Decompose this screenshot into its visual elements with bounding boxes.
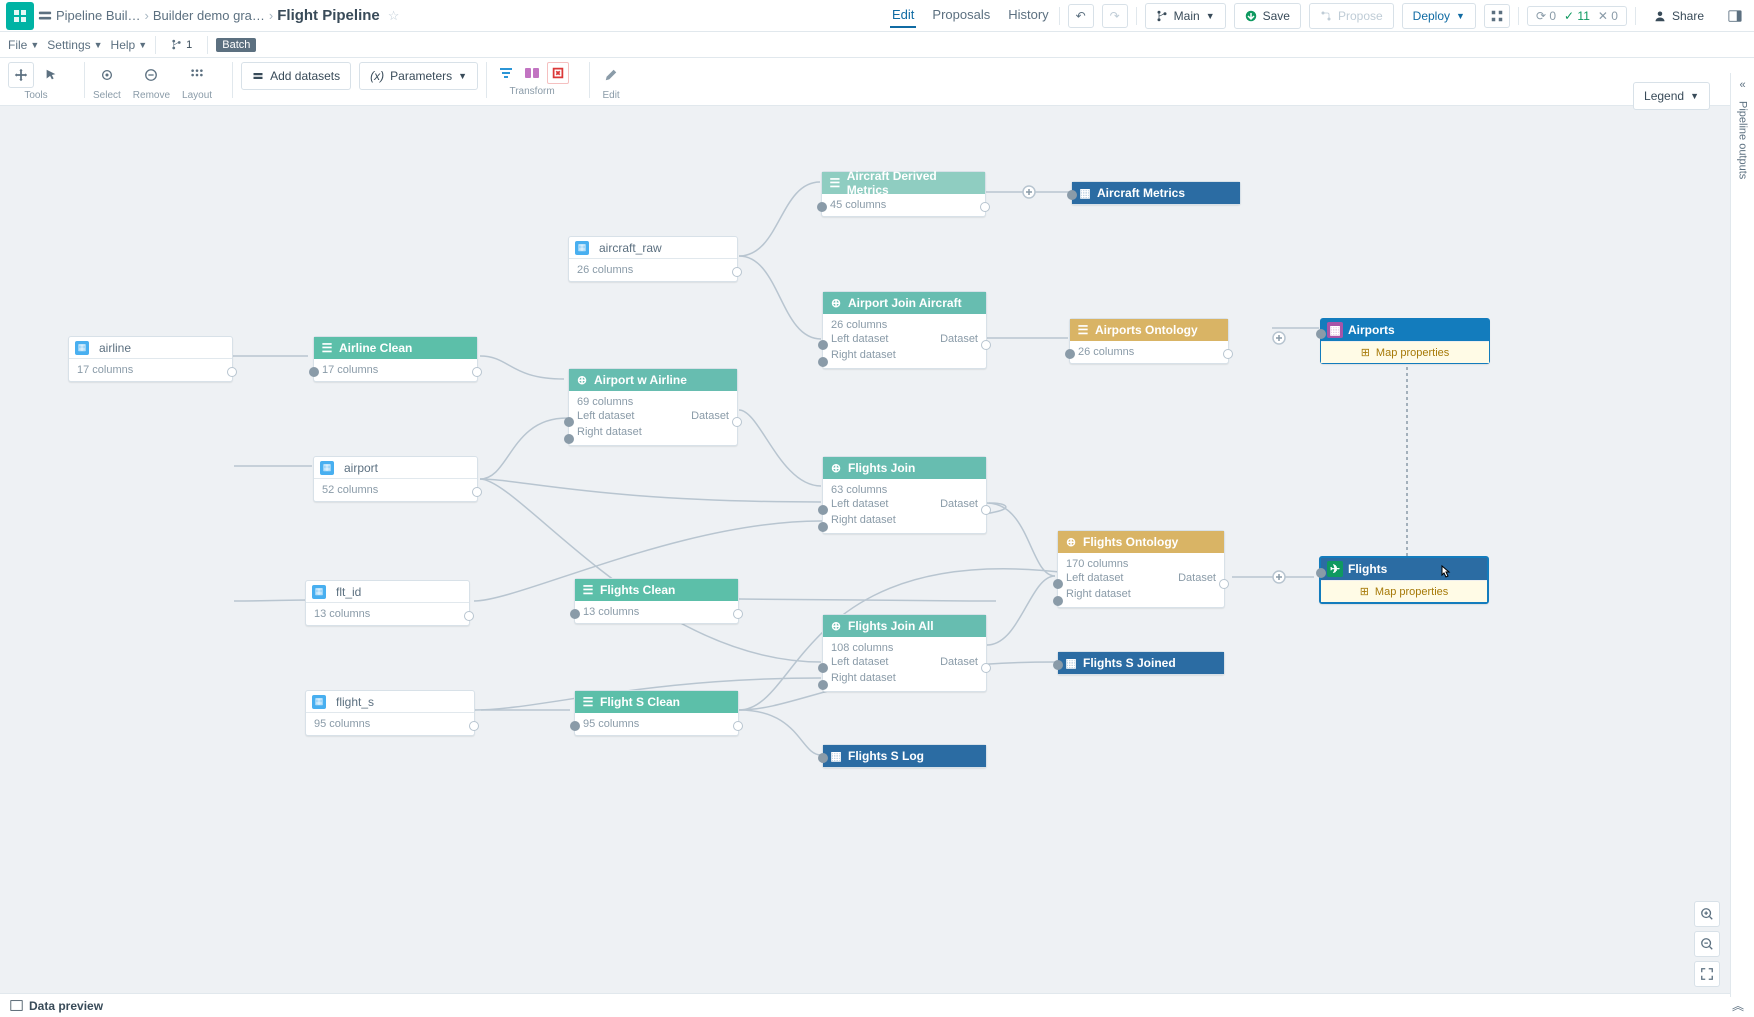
node-airline-clean[interactable]: ☰Airline Clean 17 columns [313,336,478,382]
menu-help[interactable]: Help▼ [111,38,148,52]
remove-tool[interactable] [138,62,164,88]
join-icon: ⊕ [1064,535,1078,549]
node-airports-ontology[interactable]: ☰Airports Ontology 26 columns [1069,318,1229,364]
pipeline-outputs-tab[interactable]: Pipeline outputs [1737,101,1749,179]
breadcrumb-pipeline[interactable]: Pipeline Buil… [38,8,141,23]
chevron-right-icon: › [269,8,273,23]
map-properties-row[interactable]: ⊞Map properties [1321,580,1487,602]
table-icon [10,999,23,1012]
zoom-out-button[interactable] [1694,931,1720,957]
branch-button[interactable]: Main ▼ [1145,3,1226,29]
chevron-right-icon: › [145,8,149,23]
deploy-button[interactable]: Deploy ▼ [1402,3,1476,29]
table-icon: ▦ [312,695,326,709]
node-flights-output[interactable]: ✈Flights ⊞Map properties [1319,556,1489,604]
breadcrumb-demo[interactable]: Builder demo gra… [153,8,265,23]
node-airport[interactable]: ▦airport 52 columns [313,456,478,502]
filter-icon: ☰ [581,695,595,709]
join-icon: ⊕ [829,461,843,475]
filter-icon: ☰ [320,341,334,355]
node-flights-ontology[interactable]: ⊕Flights Ontology 170 columns Left datas… [1057,530,1225,608]
pipeline-canvas[interactable]: ▦airline 17 columns ☰Airline Clean 17 co… [0,106,1754,993]
collapse-icon[interactable]: « [1739,79,1745,91]
join-icon: ⊕ [575,373,589,387]
side-panel: « Pipeline outputs [1730,73,1754,997]
filter-icon: ☰ [581,583,595,597]
join-icon: ⊕ [829,619,843,633]
sync-icon: ⟳ 0 [1536,9,1556,23]
node-airline[interactable]: ▦airline 17 columns [68,336,233,382]
app-logo[interactable] [6,2,34,30]
save-button[interactable]: Save [1234,3,1301,29]
branch-chip[interactable]: 1 [164,37,199,53]
check-icon: ✓ 11 [1564,9,1590,23]
output-icon: ▦ [1064,656,1078,670]
map-properties-row[interactable]: ⊞Map properties [1321,341,1489,363]
node-airport-join-aircraft[interactable]: ⊕Airport Join Aircraft 26 columns Left d… [822,291,987,369]
node-flight-s[interactable]: ▦flight_s 95 columns [305,690,475,736]
node-aircraft-raw[interactable]: ▦aircraft_raw 26 columns [568,236,738,282]
node-flt-id[interactable]: ▦flt_id 13 columns [305,580,470,626]
bottom-bar: Data preview ︽ [0,993,1754,1017]
propose-button[interactable]: Propose [1309,3,1394,29]
table-icon: ▦ [312,585,326,599]
table-icon: ▦ [575,241,589,255]
output-icon: ▦ [1078,186,1092,200]
node-flights-join[interactable]: ⊕Flights Join 63 columns Left datasetDat… [822,456,987,534]
edit-tool[interactable] [598,62,624,88]
zoom-fit-button[interactable] [1694,961,1720,987]
node-flights-s-log[interactable]: ▦Flights S Log [822,744,987,768]
node-flights-s-joined[interactable]: ▦Flights S Joined [1057,651,1225,675]
share-button[interactable]: Share [1644,3,1714,29]
breadcrumb: Pipeline Buil… › Builder demo gra… › Fli… [38,7,399,24]
node-aircraft-metrics[interactable]: ▦Aircraft Metrics [1071,181,1241,205]
join-icon: ⊕ [829,296,843,310]
breadcrumb-current: Flight Pipeline [277,7,380,24]
node-flights-join-all[interactable]: ⊕Flights Join All 108 columns Left datas… [822,614,987,692]
transform-join-icon[interactable] [521,62,543,84]
settings-icon[interactable] [1484,4,1510,28]
tab-proposals[interactable]: Proposals [930,3,992,28]
node-flight-s-clean[interactable]: ☰Flight S Clean 95 columns [574,690,739,736]
node-airports-output[interactable]: ▦Airports ⊞Map properties [1320,318,1490,364]
redo-button[interactable]: ↷ [1102,4,1128,28]
layout-tool[interactable] [184,62,210,88]
star-icon[interactable]: ☆ [388,8,400,24]
map-icon: ⊞ [1360,585,1369,598]
tab-edit[interactable]: Edit [890,3,916,28]
node-flights-clean[interactable]: ☰Flights Clean 13 columns [574,578,739,624]
node-aircraft-derived[interactable]: ☰Aircraft Derived Metrics 45 columns [821,171,986,217]
map-icon: ⊞ [1361,346,1370,359]
object-icon: ▦ [1327,322,1343,338]
menu-file[interactable]: File▼ [8,38,39,52]
table-icon: ▦ [75,341,89,355]
filter-icon: ☰ [1076,323,1090,337]
plane-icon: ✈ [1327,561,1343,577]
cursor-pointer-icon [1437,564,1453,580]
zoom-in-button[interactable] [1694,901,1720,927]
expand-icon[interactable]: ︽ [1732,997,1744,1014]
data-preview-label[interactable]: Data preview [29,999,103,1013]
edges-layer [0,106,1754,993]
menu-settings[interactable]: Settings▼ [47,38,102,52]
transform-filter-icon[interactable] [495,62,517,84]
parameters-button[interactable]: (x) Parameters ▼ [359,62,478,90]
x-icon: ✕ 0 [1598,9,1618,23]
table-icon: ▦ [320,461,334,475]
pointer-tool[interactable] [38,62,64,88]
tab-history[interactable]: History [1006,3,1050,28]
node-airport-w-airline[interactable]: ⊕Airport w Airline 69 columns Left datas… [568,368,738,446]
filter-icon: ☰ [828,176,842,190]
output-icon: ▦ [829,749,843,763]
sync-status[interactable]: ⟳ 0 ✓ 11 ✕ 0 [1527,6,1627,26]
panel-toggle-icon[interactable] [1722,4,1748,28]
select-tool[interactable] [94,62,120,88]
undo-button[interactable]: ↶ [1068,4,1094,28]
batch-chip: Batch [216,38,256,52]
move-tool[interactable] [8,62,34,88]
transform-delete-icon[interactable] [547,62,569,84]
add-datasets-button[interactable]: Add datasets [241,62,351,90]
legend-button[interactable]: Legend ▼ [1633,82,1710,110]
